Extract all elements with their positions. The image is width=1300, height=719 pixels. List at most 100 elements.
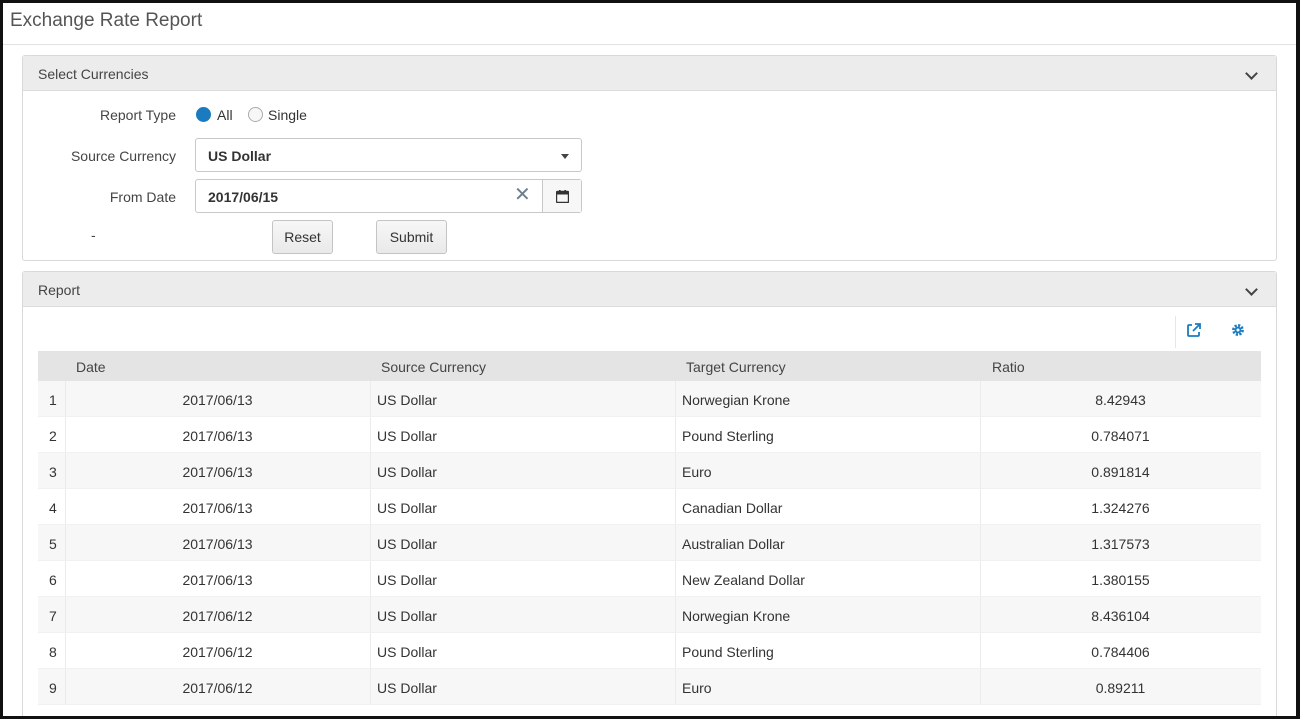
column-header-ratio[interactable]: Ratio [992,359,1025,375]
source-currency-cell: US Dollar [377,680,437,696]
column-header-target-currency[interactable]: Target Currency [686,359,786,375]
radio-all[interactable] [196,107,211,122]
ratio-cell: 8.42943 [1095,392,1146,408]
app-frame: Exchange Rate Report Select Currencies R… [0,0,1300,719]
column-divider [675,597,676,632]
column-divider [675,669,676,704]
row-number-cell: 5 [49,536,57,552]
export-icon[interactable] [1186,322,1202,338]
ratio-cell: 0.891814 [1091,464,1150,480]
target-currency-cell: Euro [682,680,712,696]
row-number-cell: 9 [49,680,57,696]
row-number-cell: 4 [49,500,57,516]
column-divider [370,381,371,416]
source-currency-label: Source Currency [70,148,176,164]
row-number-cell: 8 [49,644,57,660]
column-divider [370,633,371,668]
source-currency-cell: US Dollar [377,608,437,624]
page-title: Exchange Rate Report [10,10,203,31]
gear-icon[interactable] [1230,322,1246,338]
row-number-cell: 3 [49,464,57,480]
column-divider [675,561,676,596]
column-divider [675,381,676,416]
column-divider [675,525,676,560]
date-cell: 2017/06/13 [182,572,253,588]
column-header-date[interactable]: Date [76,359,106,375]
target-currency-cell: Australian Dollar [682,536,785,552]
date-cell: 2017/06/13 [182,536,253,552]
date-cell: 2017/06/13 [182,428,253,444]
panel-title: Select Currencies [38,66,149,82]
column-divider [370,597,371,632]
table-row[interactable]: 4 2017/06/13 US Dollar Canadian Dollar 1.324… [38,489,1261,525]
column-divider [370,453,371,488]
ratio-cell: 0.784406 [1091,644,1150,660]
target-currency-cell: Norwegian Krone [682,392,791,408]
calendar-button[interactable] [542,180,581,212]
table-row[interactable]: 7 2017/06/12 US Dollar Norwegian Krone 8.436… [38,597,1261,633]
radio-all-label[interactable]: All [217,107,233,123]
column-divider [370,417,371,452]
table-row[interactable]: 1 2017/06/13 US Dollar Norwegian Krone 8.429… [38,381,1261,417]
calendar-icon [556,190,569,203]
close-icon[interactable]: ✕ [514,185,531,205]
date-cell: 2017/06/13 [182,392,253,408]
table-row[interactable]: 8 2017/06/12 US Dollar Pound Sterling 0.7844… [38,633,1261,669]
source-currency-cell: US Dollar [377,644,437,660]
chevron-down-icon[interactable] [1245,67,1258,80]
row-number-cell: 2 [49,428,57,444]
ratio-cell: 1.317573 [1091,536,1150,552]
radio-single[interactable] [248,107,263,122]
from-date-field[interactable]: 2017/06/15 ✕ [195,179,582,213]
report-type-label: Report Type [99,107,176,123]
date-cell: 2017/06/13 [182,500,253,516]
source-currency-select[interactable]: US Dollar [195,138,582,172]
from-date-label: From Date [109,189,176,205]
radio-single-label[interactable]: Single [268,107,307,123]
row-number-cell: 1 [49,392,57,408]
select-currencies-header[interactable]: Select Currencies [23,56,1276,91]
ratio-cell: 0.784071 [1091,428,1150,444]
title-divider [3,44,1296,45]
report-header[interactable]: Report [23,272,1276,307]
source-currency-cell: US Dollar [377,500,437,516]
table-row[interactable]: 5 2017/06/13 US Dollar Australian Dollar 1.3… [38,525,1261,561]
table-row[interactable]: 2 2017/06/13 US Dollar Pound Sterling 0.7840… [38,417,1261,453]
exchange-rate-table: Date Source Currency Target Currency Rat… [38,351,1261,705]
column-divider [370,561,371,596]
report-panel: Report Date Source Currency Target Curre… [22,271,1277,716]
column-divider [675,417,676,452]
table-row[interactable]: 6 2017/06/13 US Dollar New Zealand Dollar 1.… [38,561,1261,597]
row-number-cell: 6 [49,572,57,588]
date-cell: 2017/06/12 [182,608,253,624]
date-cell: 2017/06/12 [182,680,253,696]
table-row[interactable]: 3 2017/06/13 US Dollar Euro 0.891814 [38,453,1261,489]
table-row[interactable]: 9 2017/06/12 US Dollar Euro 0.89211 [38,669,1261,705]
target-currency-cell: Pound Sterling [682,428,774,444]
column-divider [675,633,676,668]
column-header-source-currency[interactable]: Source Currency [381,359,486,375]
source-currency-cell: US Dollar [377,572,437,588]
column-divider [370,525,371,560]
column-divider [675,489,676,524]
target-currency-cell: Pound Sterling [682,644,774,660]
reset-button[interactable]: Reset [272,220,333,254]
column-divider [675,453,676,488]
source-currency-value: US Dollar [208,148,272,164]
target-currency-cell: Norwegian Krone [682,608,791,624]
caret-down-icon [561,154,569,159]
separator-dash: - [91,227,96,243]
chevron-down-icon[interactable] [1245,283,1258,296]
submit-button[interactable]: Submit [376,220,447,254]
source-currency-cell: US Dollar [377,464,437,480]
target-currency-cell: Euro [682,464,712,480]
date-cell: 2017/06/12 [182,644,253,660]
column-divider [370,489,371,524]
ratio-cell: 8.436104 [1091,608,1150,624]
target-currency-cell: New Zealand Dollar [682,572,805,588]
select-currencies-panel: Select Currencies Report Type All Single… [22,55,1277,261]
source-currency-cell: US Dollar [377,536,437,552]
column-divider [370,669,371,704]
ratio-cell: 1.324276 [1091,500,1150,516]
table-header: Date Source Currency Target Currency Rat… [38,351,1261,381]
